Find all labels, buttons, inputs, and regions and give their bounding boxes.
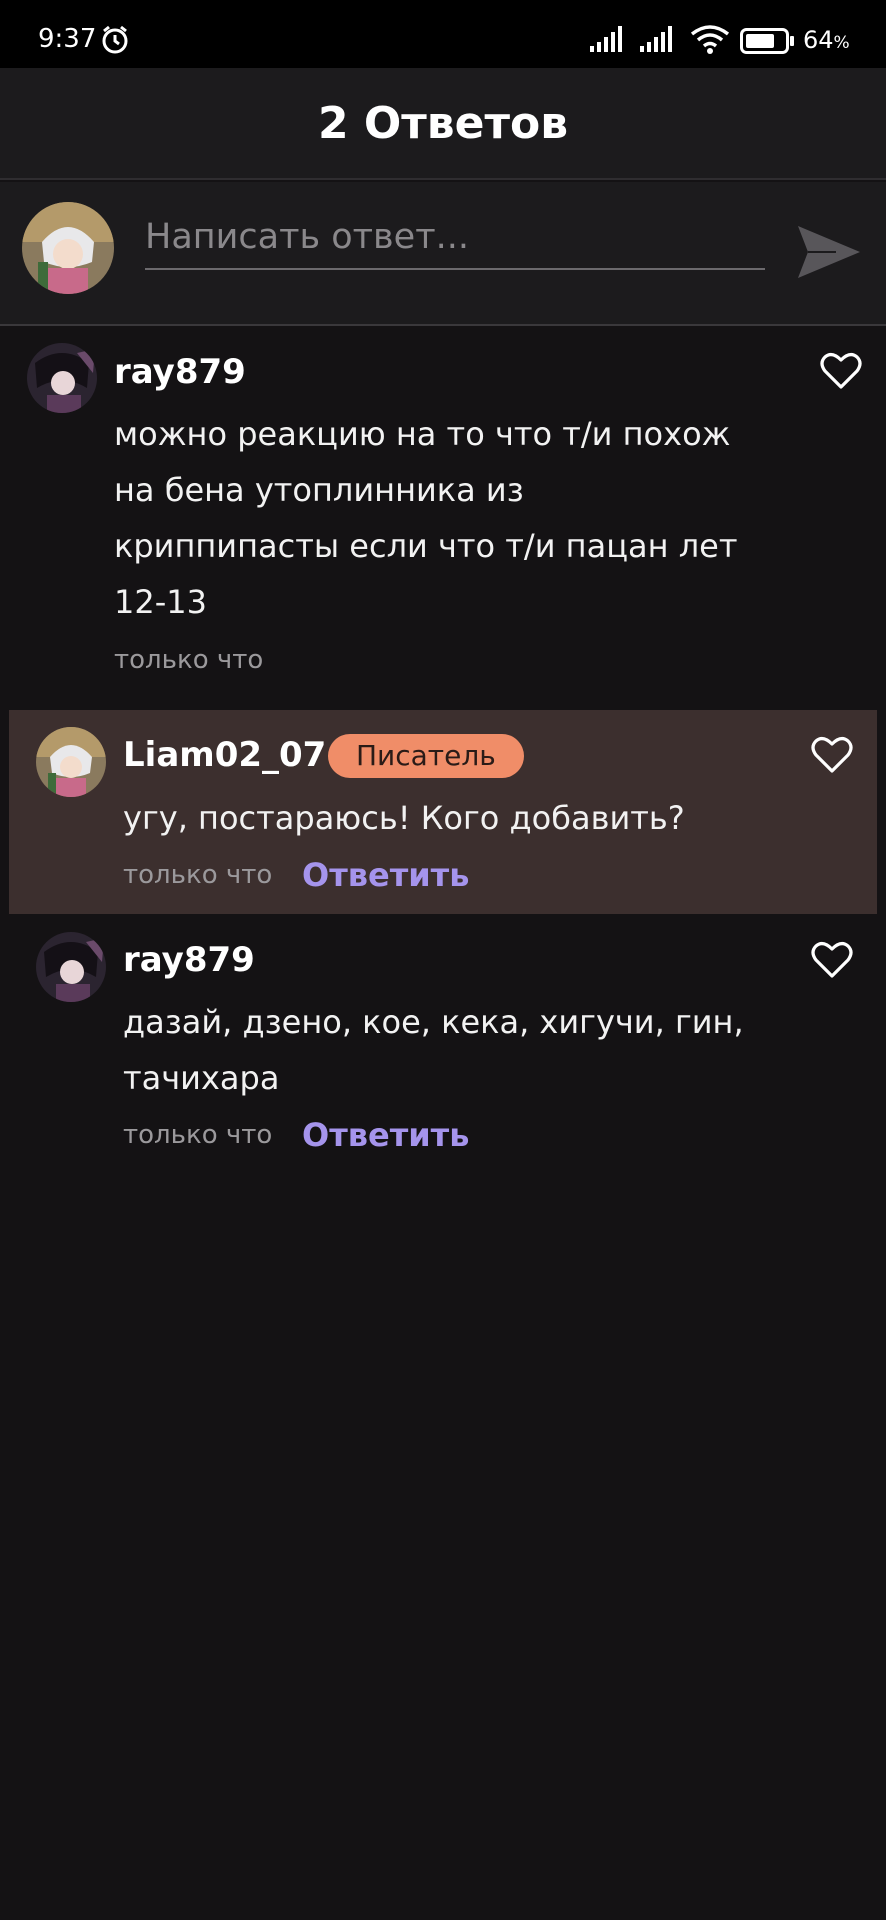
reply-button[interactable]: Ответить bbox=[302, 856, 469, 894]
comment-text: угу, постараюсь! Кого добавить? bbox=[123, 799, 685, 837]
avatar bbox=[22, 202, 114, 294]
status-bar: 9:37 64% bbox=[0, 0, 886, 68]
heart-icon[interactable] bbox=[811, 736, 853, 774]
heart-icon[interactable] bbox=[811, 941, 853, 979]
wifi-icon bbox=[690, 25, 730, 54]
header: 2 Ответов bbox=[0, 68, 886, 180]
comment-text: можно реакцию на то что т/и похож на бен… bbox=[114, 415, 738, 621]
alarm-icon bbox=[102, 25, 128, 54]
send-icon[interactable] bbox=[796, 222, 862, 282]
comment-username[interactable]: ray879 bbox=[123, 940, 255, 980]
battery-percent: 64% bbox=[803, 26, 850, 54]
signal-icon bbox=[590, 26, 622, 52]
avatar[interactable] bbox=[36, 727, 106, 797]
writer-badge: Писатель bbox=[328, 734, 524, 778]
comment-timestamp: только что bbox=[123, 1120, 273, 1150]
comment-text: дазай, дзено, кое, кека, хигучи, гин, та… bbox=[123, 1003, 744, 1097]
comment-username[interactable]: Liam02_07 bbox=[123, 735, 326, 775]
comment-timestamp: только что bbox=[114, 645, 264, 675]
comment-timestamp: только что bbox=[123, 860, 273, 890]
page-title: 2 Ответов bbox=[317, 98, 569, 149]
reply-input[interactable] bbox=[145, 212, 765, 270]
avatar[interactable] bbox=[36, 932, 106, 1002]
signal-icon-secondary bbox=[640, 26, 672, 52]
avatar[interactable] bbox=[27, 343, 97, 413]
comment-username[interactable]: ray879 bbox=[114, 352, 246, 392]
reply-button[interactable]: Ответить bbox=[302, 1116, 469, 1154]
battery-icon bbox=[740, 28, 794, 54]
heart-icon[interactable] bbox=[820, 352, 862, 390]
reply-composer bbox=[0, 182, 886, 326]
status-time: 9:37 bbox=[38, 24, 97, 54]
